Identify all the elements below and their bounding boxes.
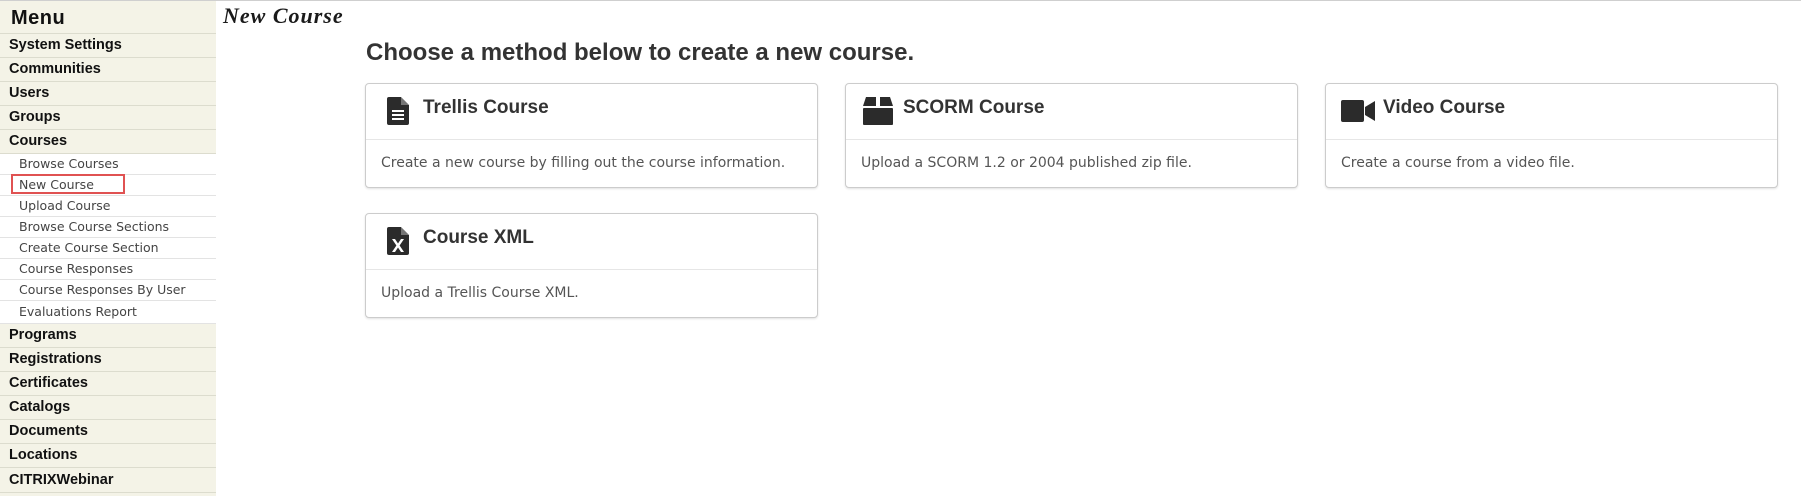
menu-list-bottom: Programs Registrations Certificates Cata… — [0, 324, 216, 493]
card-header: SCORM Course — [846, 84, 1297, 140]
card-header: Video Course — [1326, 84, 1777, 140]
submenu-item-course-responses-by-user[interactable]: Course Responses By User — [0, 280, 216, 301]
submenu-item-evaluations-report[interactable]: Evaluations Report — [0, 301, 216, 324]
menu-item-documents[interactable]: Documents — [0, 420, 216, 444]
submenu-item-browse-courses[interactable]: Browse Courses — [0, 154, 216, 175]
menu-item-catalogs[interactable]: Catalogs — [0, 396, 216, 420]
menu-item-users[interactable]: Users — [0, 82, 216, 106]
menu-list: System Settings Communities Users Groups… — [0, 34, 216, 154]
menu-item-registrations[interactable]: Registrations — [0, 348, 216, 372]
menu-item-courses[interactable]: Courses — [0, 130, 216, 154]
card-description: Upload a Trellis Course XML. — [381, 285, 579, 301]
courses-submenu: Browse Courses New Course Upload Course … — [0, 154, 216, 324]
submenu-item-new-course-label: New Course — [19, 177, 94, 192]
video-camera-icon — [1341, 94, 1375, 128]
menu-item-groups[interactable]: Groups — [0, 106, 216, 130]
card-description: Create a new course by filling out the c… — [381, 155, 786, 171]
card-title: Trellis Course — [423, 97, 549, 118]
card-title: Video Course — [1383, 97, 1506, 118]
submenu-item-upload-course[interactable]: Upload Course — [0, 196, 216, 217]
menu-item-programs[interactable]: Programs — [0, 324, 216, 348]
trellis-course-card[interactable]: Trellis Course Create a new course by fi… — [365, 83, 818, 188]
card-description: Create a course from a video file. — [1341, 155, 1575, 171]
menu-item-locations[interactable]: Locations — [0, 444, 216, 468]
course-xml-card[interactable]: Course XML Upload a Trellis Course XML. — [365, 213, 818, 318]
scorm-course-card[interactable]: SCORM Course Upload a SCORM 1.2 or 2004 … — [845, 83, 1298, 188]
card-header: Trellis Course — [366, 84, 817, 140]
video-course-card[interactable]: Video Course Create a course from a vide… — [1325, 83, 1778, 188]
page-heading: New Course — [223, 3, 344, 28]
card-title: SCORM Course — [903, 97, 1045, 118]
menu-item-certificates[interactable]: Certificates — [0, 372, 216, 396]
document-icon — [381, 94, 415, 128]
instruction-text: Choose a method below to create a new co… — [366, 39, 915, 66]
submenu-item-browse-course-sections[interactable]: Browse Course Sections — [0, 217, 216, 238]
sidebar-menu: Menu System Settings Communities Users G… — [0, 1, 216, 496]
submenu-item-create-course-section[interactable]: Create Course Section — [0, 238, 216, 259]
excel-file-icon — [381, 224, 415, 258]
menu-item-citrixwebinar[interactable]: CITRIXWebinar — [0, 468, 216, 493]
menu-item-system-settings[interactable]: System Settings — [0, 34, 216, 58]
card-header: Course XML — [366, 214, 817, 270]
card-title: Course XML — [423, 227, 534, 248]
card-description: Upload a SCORM 1.2 or 2004 published zip… — [861, 155, 1192, 171]
menu-item-communities[interactable]: Communities — [0, 58, 216, 82]
submenu-item-new-course[interactable]: New Course — [0, 174, 216, 196]
package-icon — [861, 94, 895, 128]
page: Menu System Settings Communities Users G… — [0, 0, 1801, 496]
submenu-item-course-responses[interactable]: Course Responses — [0, 259, 216, 280]
menu-title: Menu — [0, 1, 216, 34]
